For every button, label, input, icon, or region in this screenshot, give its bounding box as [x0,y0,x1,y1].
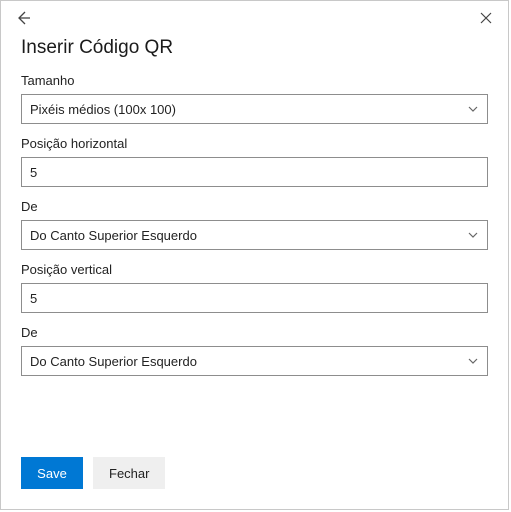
close-button[interactable] [476,8,496,28]
chevron-down-icon [467,103,479,115]
vfrom-select-value: Do Canto Superior Esquerdo [30,354,467,369]
field-vfrom: De Do Canto Superior Esquerdo [21,325,488,376]
field-hfrom: De Do Canto Superior Esquerdo [21,199,488,250]
close-footer-button[interactable]: Fechar [93,457,165,489]
size-select[interactable]: Pixéis médios (100x 100) [21,94,488,124]
dialog-insert-qr: Inserir Código QR Tamanho Pixéis médios … [0,0,509,510]
dialog-title: Inserir Código QR [1,35,508,69]
size-label: Tamanho [21,73,488,88]
vpos-input[interactable] [21,283,488,313]
hfrom-select-value: Do Canto Superior Esquerdo [30,228,467,243]
field-hpos: Posição horizontal [21,136,488,187]
dialog-footer: Save Fechar [21,457,165,489]
vfrom-label: De [21,325,488,340]
vfrom-select[interactable]: Do Canto Superior Esquerdo [21,346,488,376]
dialog-form: Tamanho Pixéis médios (100x 100) Posição… [1,69,508,376]
vpos-label: Posição vertical [21,262,488,277]
size-select-value: Pixéis médios (100x 100) [30,102,467,117]
hpos-input[interactable] [21,157,488,187]
arrow-left-icon [15,10,31,26]
field-vpos: Posição vertical [21,262,488,313]
save-button[interactable]: Save [21,457,83,489]
hfrom-label: De [21,199,488,214]
dialog-topbar [1,1,508,35]
chevron-down-icon [467,229,479,241]
back-button[interactable] [13,8,33,28]
field-size: Tamanho Pixéis médios (100x 100) [21,73,488,124]
hfrom-select[interactable]: Do Canto Superior Esquerdo [21,220,488,250]
close-icon [479,11,493,25]
chevron-down-icon [467,355,479,367]
hpos-label: Posição horizontal [21,136,488,151]
